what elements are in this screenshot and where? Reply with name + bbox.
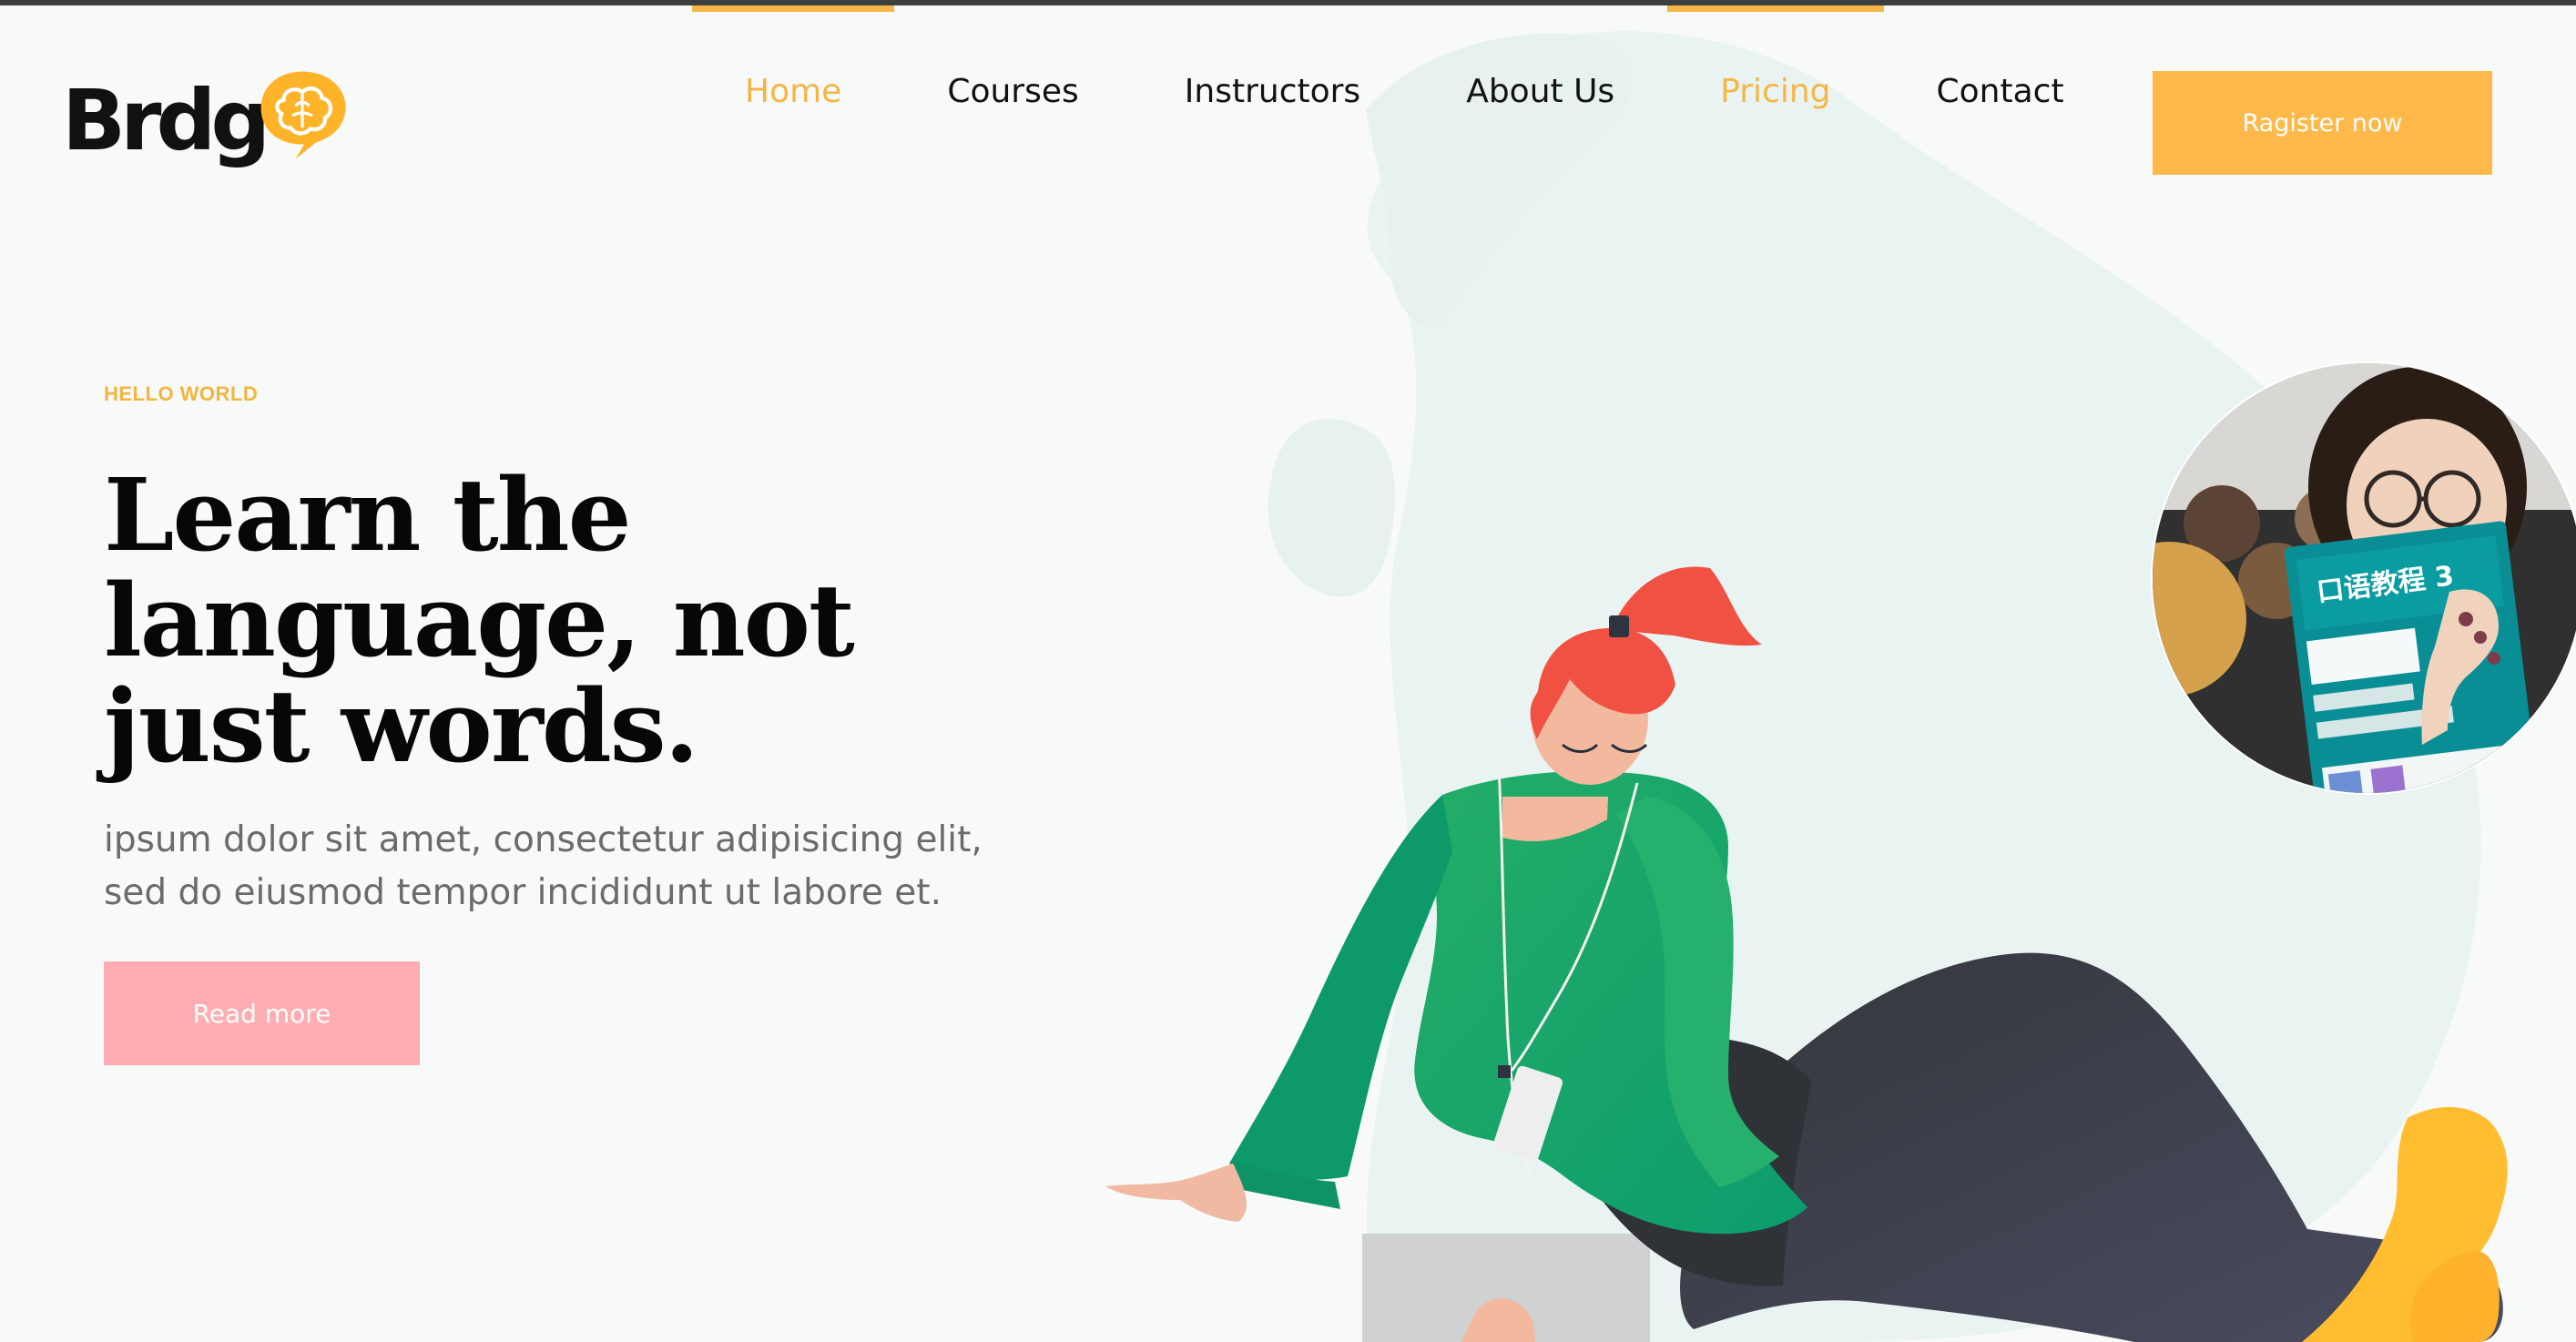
- brand-logo[interactable]: Brdg: [62, 62, 349, 180]
- brain-icon: [260, 71, 346, 159]
- register-now-button[interactable]: Ragister now: [2153, 71, 2492, 175]
- read-more-button[interactable]: Read more: [104, 961, 420, 1065]
- main-navigation: Home Courses Instructors About Us Pricin…: [692, 0, 2117, 182]
- brand-name: Brdg: [62, 72, 270, 169]
- landing-page: 口语教程 3 Brdg Home Courses Instructors Abo…: [0, 0, 2576, 1342]
- hero-eyebrow: HELLO WORLD: [104, 382, 259, 405]
- top-accent-bar: [0, 0, 2576, 5]
- nav-instructors[interactable]: Instructors: [1132, 0, 1413, 182]
- nav-about-us[interactable]: About Us: [1413, 0, 1667, 182]
- hero-section: HELLO WORLD Learn the language, not just…: [104, 382, 1069, 1065]
- nav-home[interactable]: Home: [692, 0, 895, 182]
- nav-pricing[interactable]: Pricing: [1667, 0, 1884, 182]
- background-small-blob: [1268, 418, 1395, 597]
- nav-contact[interactable]: Contact: [1884, 0, 2117, 182]
- hero-title: Learn the language, not just words.: [104, 456, 855, 785]
- hero-description: ipsum dolor sit amet, consectetur adipis…: [104, 819, 983, 913]
- nav-courses[interactable]: Courses: [894, 0, 1131, 182]
